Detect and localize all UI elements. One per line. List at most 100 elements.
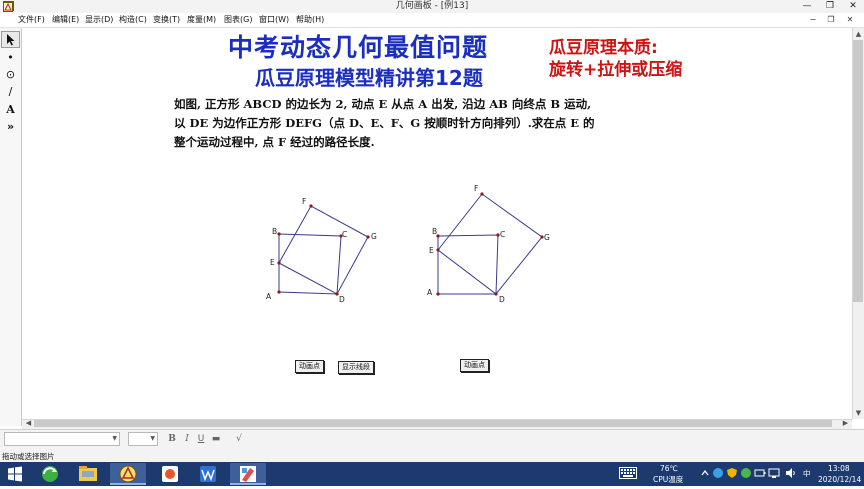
point-tool[interactable]: • — [1, 49, 20, 66]
taskbar-browser[interactable] — [32, 463, 68, 485]
restore-button[interactable]: ❐ — [819, 0, 841, 13]
custom-tool[interactable]: » — [1, 118, 20, 135]
folder-icon — [79, 466, 97, 481]
browser-icon — [42, 466, 58, 482]
vertical-scroll-thumb[interactable] — [853, 40, 863, 302]
label-C: C — [500, 230, 505, 239]
antivirus-icon[interactable] — [712, 467, 724, 479]
menu-graph[interactable]: 图表(G) — [224, 13, 252, 27]
label-B: B — [272, 227, 277, 236]
network-icon[interactable] — [768, 467, 780, 479]
point-D[interactable] — [494, 292, 498, 296]
label-G: G — [544, 233, 550, 242]
clock-date[interactable]: 2020/12/14 — [818, 475, 861, 485]
taskbar-geometer-sketchpad[interactable] — [110, 463, 146, 485]
input-method-indicator[interactable]: 中 — [803, 469, 811, 479]
security-shield-icon[interactable] — [726, 467, 738, 479]
animate-point-button-left[interactable]: 动画点 — [295, 360, 324, 373]
geometer-app-icon — [119, 465, 137, 483]
chevron-down-icon: ▼ — [112, 435, 117, 442]
taskbar-paint-app[interactable] — [230, 463, 266, 485]
arrow-icon — [6, 34, 14, 46]
cpu-temperature: 76℃ — [660, 464, 678, 473]
horizontal-scroll-thumb[interactable] — [34, 420, 832, 427]
document-close-button[interactable]: ✕ — [843, 14, 857, 26]
font-family-select[interactable]: ▼ — [4, 432, 120, 446]
note-rotation: 旋转+拉伸或压缩 — [549, 60, 683, 80]
chevron-up-icon[interactable] — [700, 468, 710, 478]
point-F[interactable] — [309, 204, 313, 208]
show-segment-button[interactable]: 显示线段 — [338, 361, 374, 374]
label-G: G — [371, 232, 377, 241]
menu-help[interactable]: 帮助(H) — [296, 13, 324, 27]
update-icon[interactable] — [740, 467, 752, 479]
menu-display[interactable]: 显示(D) — [85, 13, 113, 27]
label-E: E — [270, 258, 275, 267]
label-F: F — [302, 197, 306, 206]
document-minimize-button[interactable]: − — [806, 14, 820, 26]
document-icon[interactable] — [3, 2, 13, 12]
scroll-down-arrow[interactable]: ▼ — [853, 408, 864, 418]
underline-button[interactable]: U — [195, 432, 207, 446]
problem-text-line-1: 如图, 正方形 ABCD 的边长为 2, 动点 E 从点 A 出发, 沿边 AB… — [174, 97, 592, 111]
point-F[interactable] — [480, 192, 484, 196]
presentation-icon — [162, 466, 178, 482]
menu-construct[interactable]: 构造(C) — [119, 13, 147, 27]
straightedge-tool[interactable]: ∕ — [1, 83, 20, 100]
label-F: F — [474, 184, 478, 193]
menu-window[interactable]: 窗口(W) — [259, 13, 289, 27]
label-D: D — [499, 295, 505, 304]
taskbar-word-app[interactable] — [190, 463, 226, 485]
point-E[interactable] — [436, 248, 440, 252]
menu-measure[interactable]: 度量(M) — [187, 13, 216, 27]
status-text: 拖动或选择图片 — [2, 452, 55, 461]
cpu-temperature-label: CPU温度 — [653, 475, 684, 484]
volume-icon[interactable] — [785, 467, 797, 479]
bold-button[interactable]: B — [166, 432, 178, 446]
label-E: E — [429, 246, 434, 255]
paint-icon — [240, 466, 256, 482]
window-title: 几何画板 - [例13] — [395, 1, 469, 11]
document-restore-button[interactable]: ❐ — [824, 14, 838, 26]
windows-start-icon[interactable] — [7, 466, 23, 482]
minimize-button[interactable]: — — [796, 0, 818, 13]
menu-transform[interactable]: 变换(T) — [153, 13, 180, 27]
scroll-left-arrow[interactable]: ◀ — [23, 419, 34, 428]
problem-text-line-2: 以 DE 为边作正方形 DEFG（点 D、E、F、G 按顺时针方向排列）.求在点… — [174, 116, 595, 130]
text-color-button[interactable]: ▬ — [210, 432, 222, 446]
point-G[interactable] — [366, 235, 370, 239]
label-D: D — [339, 295, 345, 304]
taskbar-presentation-app[interactable] — [152, 463, 188, 485]
font-size-select[interactable]: ▼ — [128, 432, 158, 446]
italic-button[interactable]: I — [181, 432, 193, 446]
keyboard-icon[interactable] — [619, 467, 637, 479]
chevron-down-icon: ▼ — [150, 435, 155, 442]
point-A[interactable] — [436, 292, 440, 296]
scroll-up-arrow[interactable]: ▲ — [853, 29, 864, 39]
menu-file[interactable]: 文件(F) — [18, 13, 45, 27]
battery-icon[interactable] — [754, 467, 766, 479]
label-B: B — [432, 227, 437, 236]
compass-tool[interactable]: ⊙ — [1, 66, 20, 83]
point-B[interactable] — [277, 232, 281, 236]
math-symbol-button[interactable]: √ — [233, 432, 245, 446]
point-E[interactable] — [277, 261, 281, 265]
word-icon — [200, 466, 216, 482]
label-A: A — [266, 292, 272, 301]
selection-arrow-tool[interactable] — [1, 31, 20, 48]
label-C: C — [342, 230, 347, 239]
taskbar-file-explorer[interactable] — [70, 463, 106, 485]
figure-left[interactable]: B C D A E F G — [262, 190, 392, 308]
status-bar — [0, 451, 864, 462]
page-title: 中考动态几何最值问题 — [228, 33, 489, 62]
menu-edit[interactable]: 编辑(E) — [52, 13, 79, 27]
figure-right[interactable]: B C D A E F G — [424, 182, 556, 308]
text-tool[interactable]: A — [1, 101, 20, 118]
scroll-right-arrow[interactable]: ▶ — [840, 419, 851, 428]
problem-text-line-3: 整个运动过程中, 点 F 经过的路径长度. — [174, 135, 375, 149]
clock-time[interactable]: 13:08 — [828, 464, 850, 474]
close-button[interactable]: ✕ — [842, 0, 864, 13]
animate-point-button-right[interactable]: 动画点 — [460, 359, 489, 372]
point-A[interactable] — [277, 290, 281, 294]
label-A: A — [427, 288, 433, 297]
